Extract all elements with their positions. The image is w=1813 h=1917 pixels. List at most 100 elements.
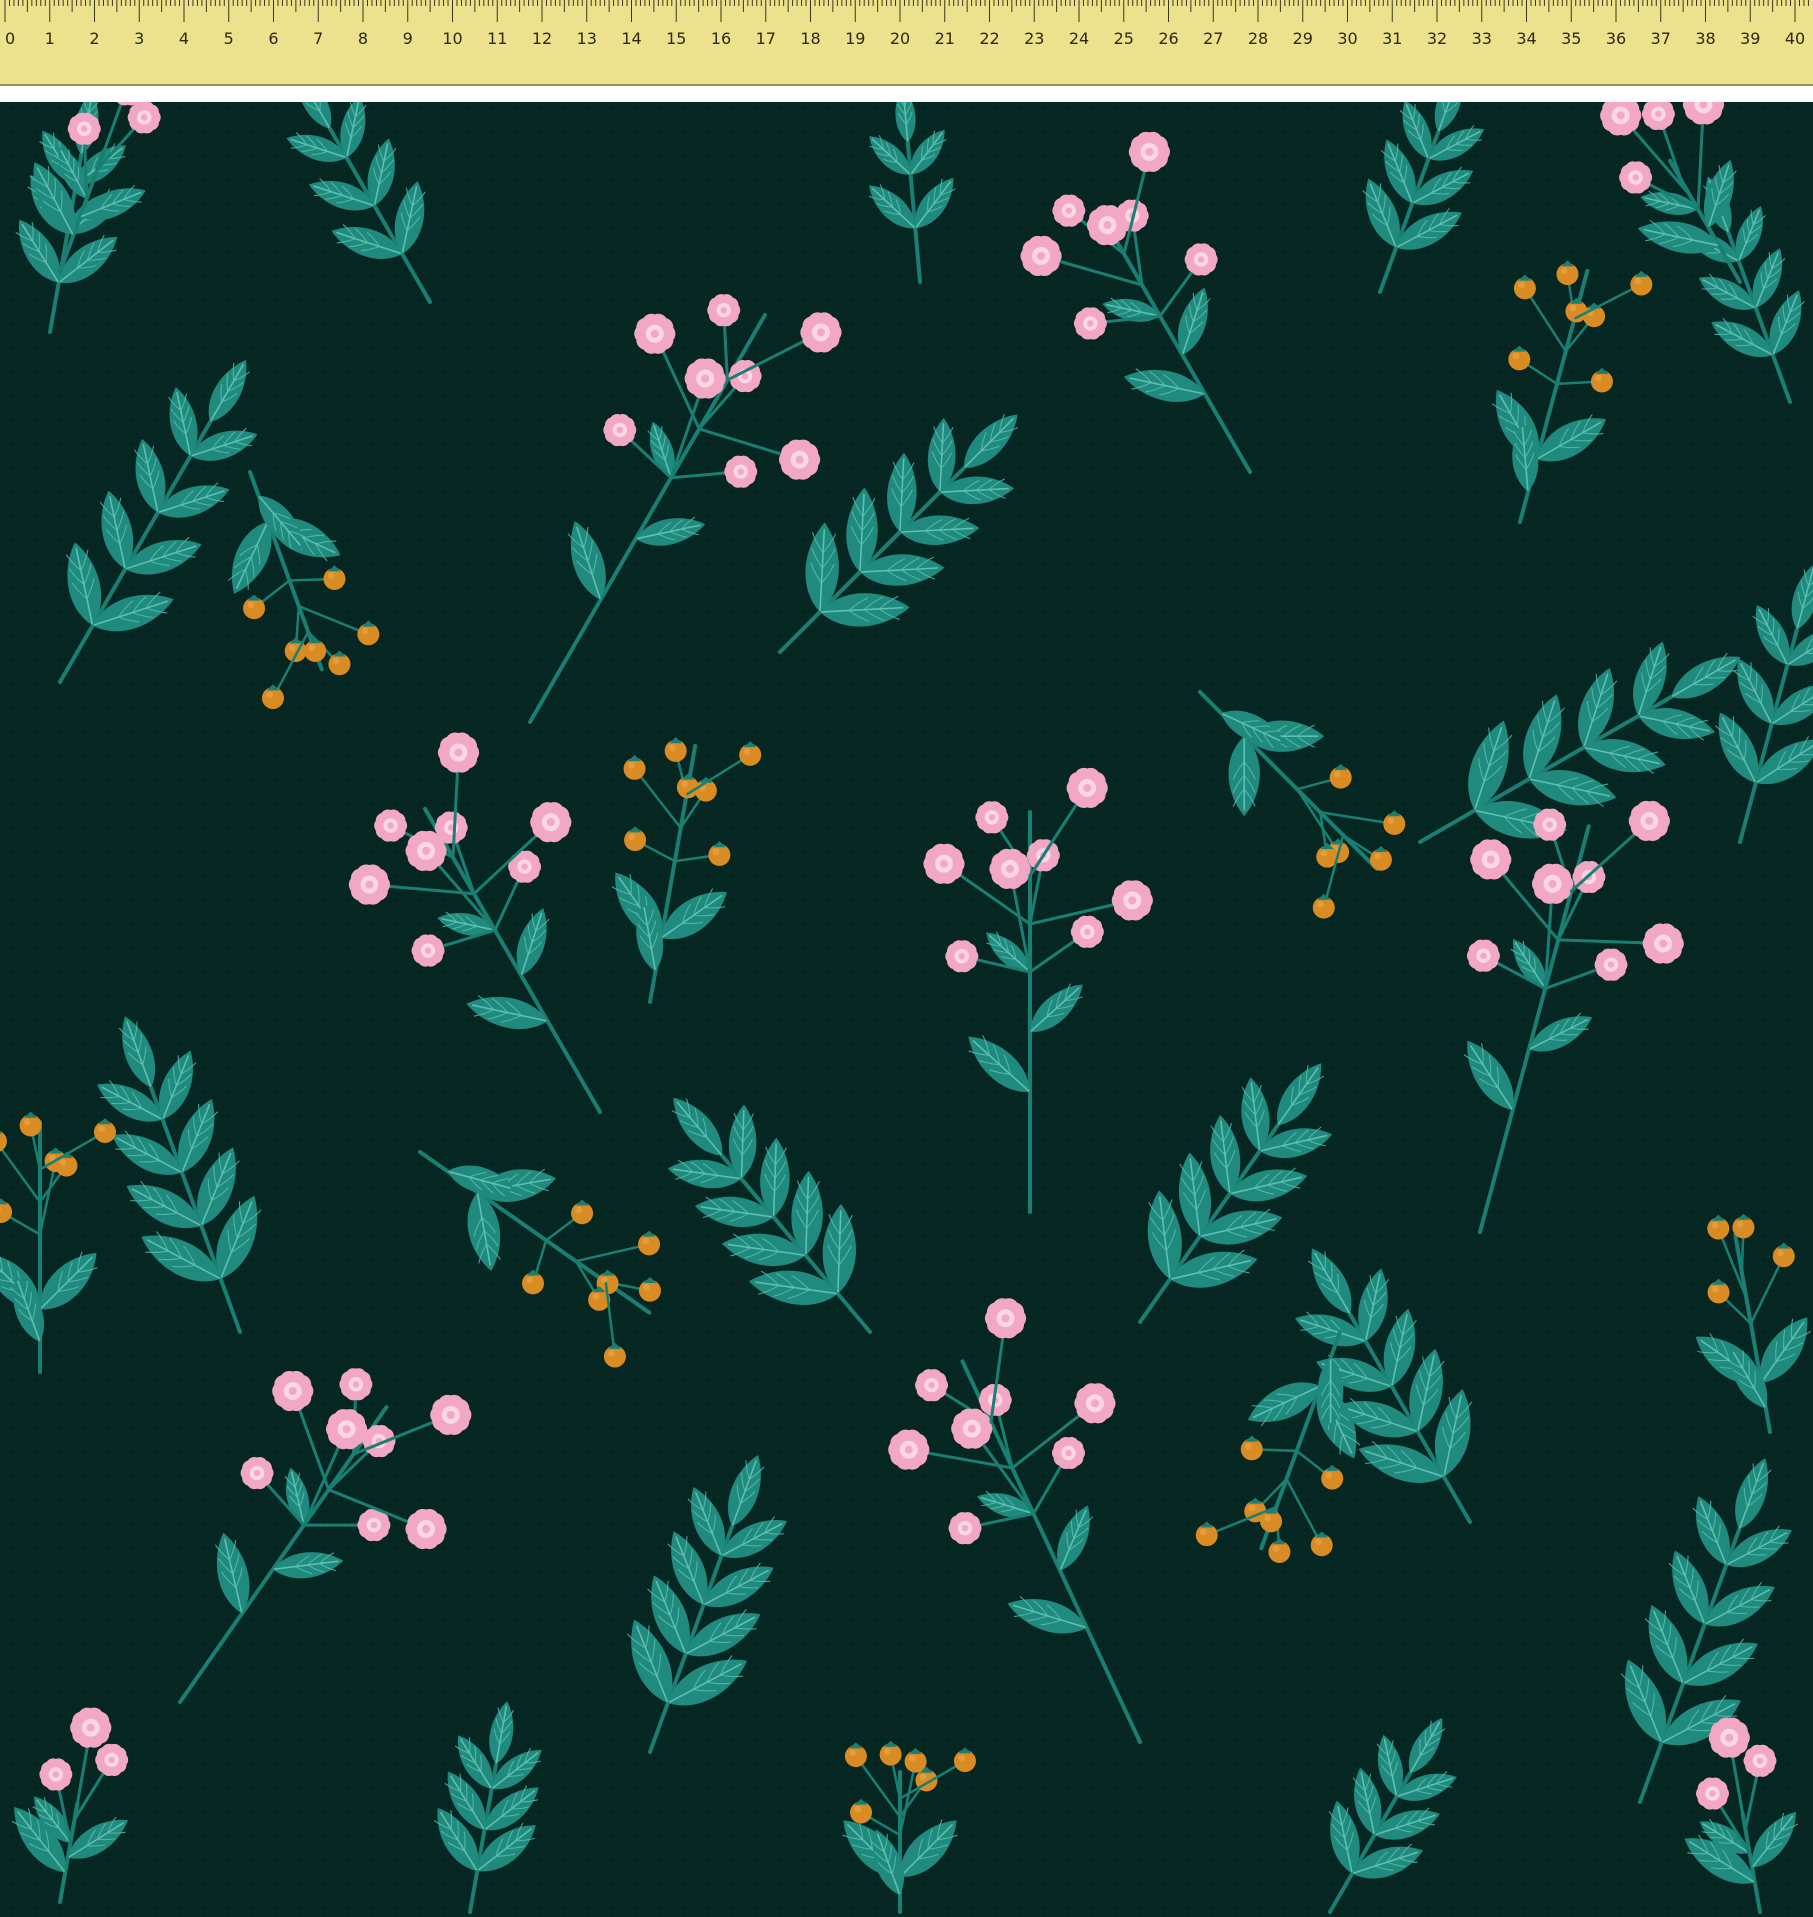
pink-flower: [1070, 915, 1104, 948]
pink-flower: [1184, 243, 1218, 276]
pink-flower: [915, 1369, 949, 1402]
pink-flower: [1074, 1383, 1116, 1424]
pink-flower: [530, 802, 572, 843]
ruler-number-label: 22: [979, 29, 999, 48]
ruler-number-label: 10: [442, 29, 462, 48]
pink-flower: [800, 312, 842, 353]
pink-flower: [272, 1370, 314, 1412]
pink-flower: [1533, 808, 1567, 841]
pink-flower: [1020, 235, 1062, 277]
pink-flower: [1696, 1777, 1729, 1810]
ruler-number-label: 6: [268, 29, 278, 48]
pink-flower: [1073, 307, 1107, 340]
ruler-number-label: 17: [756, 29, 776, 48]
pink-flower: [70, 1707, 112, 1748]
ruler-number-label: 12: [532, 29, 552, 48]
ruler-number-label: 39: [1740, 29, 1760, 48]
pink-flower: [1708, 1717, 1750, 1758]
ruler-number-label: 0: [5, 29, 15, 48]
pink-flower: [888, 1429, 930, 1470]
ruler-number-label: 23: [1024, 29, 1044, 48]
ruler-number-label: 30: [1337, 29, 1357, 48]
ruler-number-label: 33: [1472, 29, 1492, 48]
pink-flower: [411, 934, 445, 967]
pink-flower: [724, 455, 758, 488]
pink-flower: [434, 811, 468, 844]
pink-flower: [1743, 1744, 1777, 1777]
ruler-number-label: 25: [1114, 29, 1134, 48]
pink-flower: [1466, 939, 1500, 972]
ruler-number-label: 37: [1651, 29, 1671, 48]
ruler-number-label: 34: [1516, 29, 1536, 48]
pink-flower: [405, 1508, 447, 1550]
ruler-number-label: 21: [935, 29, 955, 48]
floral-pattern: [0, 102, 1813, 1917]
pink-flower: [984, 1298, 1027, 1339]
ruler-number-label: 18: [800, 29, 820, 48]
pink-flower: [430, 1394, 472, 1436]
ruler-number-label: 27: [1203, 29, 1223, 48]
pink-flower: [1066, 767, 1108, 809]
ruler-number-label: 11: [487, 29, 507, 48]
pink-flower: [348, 864, 390, 905]
pink-flower: [603, 413, 637, 447]
ruler-number-label: 7: [313, 29, 323, 48]
ruler-number-label: 4: [179, 29, 189, 48]
pink-flower: [948, 1512, 982, 1545]
ruler-number-label: 9: [403, 29, 413, 48]
pink-flower: [684, 358, 726, 399]
ruler-number-label: 24: [1069, 29, 1089, 48]
pink-flower: [1642, 923, 1684, 964]
pink-flower: [707, 294, 741, 327]
ruler-number-label: 40: [1785, 29, 1805, 48]
pink-flower: [975, 801, 1009, 834]
pink-flower: [989, 848, 1031, 889]
pink-flower: [923, 843, 965, 884]
pink-flower: [1470, 839, 1512, 880]
ruler-number-label: 26: [1158, 29, 1178, 48]
pink-flower: [437, 732, 480, 773]
pink-flower: [1111, 880, 1153, 921]
pink-flower: [1128, 131, 1171, 172]
ruler-scale: 0 1 2 3 4 5 6 7 8 9 10 11 12 13 14 15 16 17 18 19 20 21 22 23 24…: [4, 0, 1809, 48]
pink-flower: [374, 809, 408, 842]
ruler-number-label: 1: [45, 29, 55, 48]
ruler-number-label: 20: [890, 29, 910, 48]
pink-flower: [945, 940, 979, 973]
pink-flower: [1531, 863, 1574, 904]
pink-flower: [1628, 800, 1670, 842]
pink-flower: [634, 313, 676, 354]
pink-flower: [1052, 1436, 1085, 1470]
ruler-number-label: 8: [358, 29, 368, 48]
ruler-number-label: 3: [134, 29, 144, 48]
ruler-number-label: 28: [1248, 29, 1268, 48]
pink-flower: [95, 1743, 129, 1776]
pink-flower: [951, 1408, 993, 1449]
ruler-number-label: 32: [1427, 29, 1447, 48]
pink-flower: [1619, 161, 1653, 194]
pink-flower: [1052, 194, 1086, 227]
ruler-number-label: 14: [621, 29, 641, 48]
ruler-gap: [0, 86, 1813, 102]
ruler-number-label: 36: [1606, 29, 1626, 48]
pink-flower: [67, 112, 101, 145]
pink-flower: [362, 1425, 396, 1458]
ruler-number-label: 19: [845, 29, 865, 48]
pink-flower: [1594, 948, 1628, 981]
ruler-number-label: 2: [89, 29, 99, 48]
pink-flower: [39, 1758, 73, 1791]
fabric-swatch: [0, 102, 1813, 1917]
ruler-number-label: 31: [1382, 29, 1402, 48]
ruler-number-label: 13: [577, 29, 597, 48]
pink-flower: [240, 1456, 274, 1490]
ruler-number-label: 5: [224, 29, 234, 48]
measuring-ruler: 0 1 2 3 4 5 6 7 8 9 10 11 12 13 14 15 16 17 18 19 20 21 22 23 24…: [0, 0, 1813, 86]
pink-flower: [339, 1368, 373, 1401]
ruler-number-label: 35: [1561, 29, 1581, 48]
pink-flower: [779, 439, 821, 480]
ruler-number-label: 16: [711, 29, 731, 48]
pink-flower: [325, 1409, 368, 1450]
ruler-number-label: 15: [666, 29, 686, 48]
ruler-number-label: 29: [1293, 29, 1313, 48]
pink-flower: [127, 102, 161, 134]
